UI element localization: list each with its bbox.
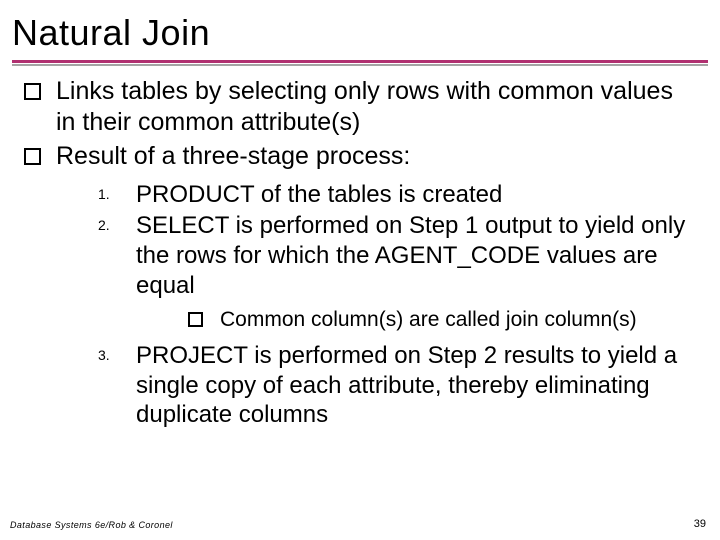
step-text: SELECT is performed on Step 1 output to … bbox=[136, 212, 685, 299]
sub-bullet-list: Common column(s) are called join column(… bbox=[186, 307, 692, 333]
numbered-item: 3. PROJECT is performed on Step 2 result… bbox=[98, 341, 692, 430]
slide-content: Links tables by selecting only rows with… bbox=[0, 66, 720, 430]
sub-bullet-item: Common column(s) are called join column(… bbox=[186, 307, 692, 333]
bullet-text: Links tables by selecting only rows with… bbox=[56, 77, 673, 136]
bullet-item: Links tables by selecting only rows with… bbox=[22, 76, 692, 137]
slide-number: 39 bbox=[694, 518, 706, 530]
sub-bullet-text: Common column(s) are called join column(… bbox=[220, 308, 637, 331]
slide-title: Natural Join bbox=[0, 0, 720, 60]
footer-source: Database Systems 6e/Rob & Coronel bbox=[10, 520, 173, 530]
numbered-item: 2. SELECT is performed on Step 1 output … bbox=[98, 211, 692, 333]
step-number: 2. bbox=[98, 217, 110, 234]
step-text: PRODUCT of the tables is created bbox=[136, 181, 502, 208]
bullet-text: Result of a three-stage process: bbox=[56, 142, 410, 170]
slide: Natural Join Links tables by selecting o… bbox=[0, 0, 720, 540]
step-number: 1. bbox=[98, 186, 110, 203]
bullet-item: Result of a three-stage process: 1. PROD… bbox=[22, 141, 692, 430]
numbered-item: 1. PRODUCT of the tables is created bbox=[98, 180, 692, 210]
step-text: PROJECT is performed on Step 2 results t… bbox=[136, 342, 677, 429]
bullet-list-level1: Links tables by selecting only rows with… bbox=[22, 76, 692, 430]
numbered-list: 1. PRODUCT of the tables is created 2. S… bbox=[98, 180, 692, 431]
step-number: 3. bbox=[98, 347, 110, 364]
